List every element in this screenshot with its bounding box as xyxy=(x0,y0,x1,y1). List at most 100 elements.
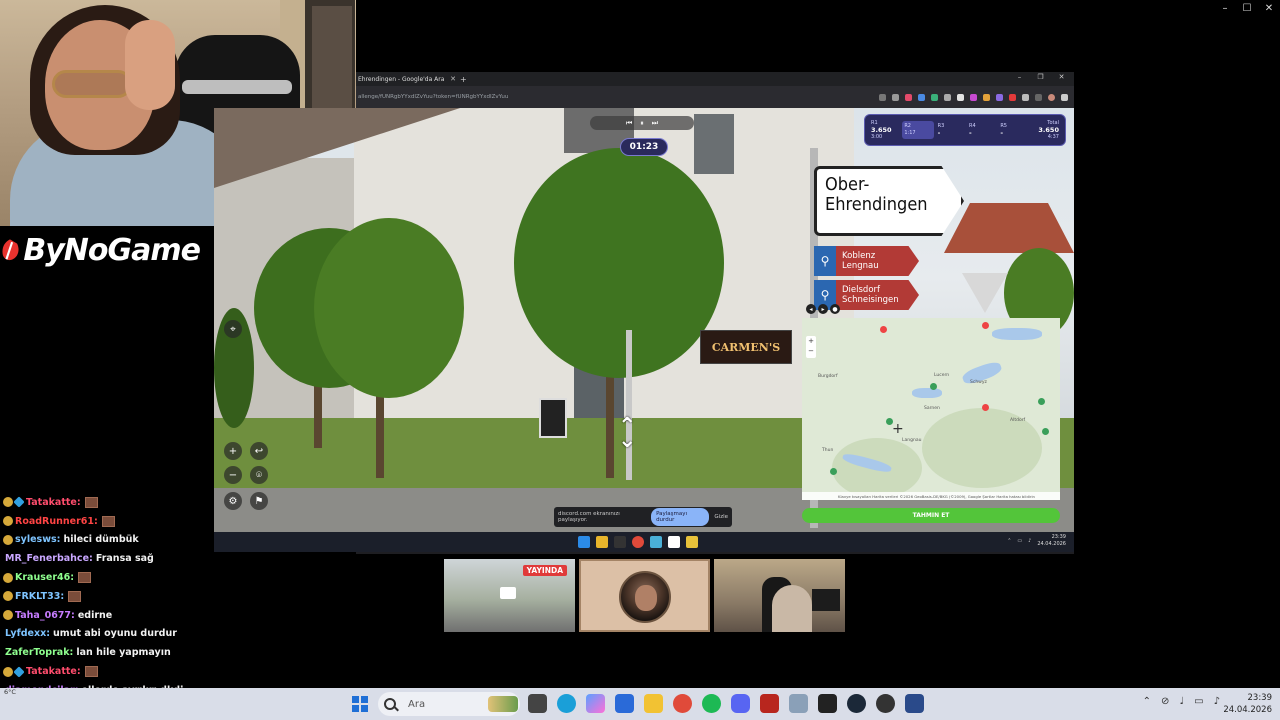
extension-icon[interactable] xyxy=(918,93,925,101)
street-view[interactable]: CARMEN'S Ober- Ehrendingen ⚲ Koblenz Leng… xyxy=(214,108,1074,532)
next-track-icon[interactable]: ⏭ xyxy=(652,119,658,128)
extension-icon[interactable] xyxy=(944,93,951,101)
obs-icon[interactable] xyxy=(876,694,895,713)
guess-map[interactable]: ◂ ▸ ● + − Lucern Schwyz Langnau Burgdorf… xyxy=(802,304,1060,500)
network-icon[interactable]: ▭ xyxy=(1194,696,1203,707)
tray-chevron-icon[interactable]: ⌃ xyxy=(1143,696,1151,707)
settings-gear-icon[interactable]: ⚙ xyxy=(224,492,242,510)
minimize-button[interactable]: – xyxy=(1214,0,1236,16)
file-explorer-icon[interactable] xyxy=(644,694,663,713)
volume-icon[interactable]: ♪ xyxy=(1028,538,1031,544)
windows-start-icon[interactable] xyxy=(352,696,368,712)
browser-close-button[interactable]: ✕ xyxy=(1051,73,1072,81)
map-lake xyxy=(992,328,1042,340)
map-zoom-in[interactable]: + xyxy=(808,336,814,346)
stop-sharing-button[interactable]: Paylaşmayı durdur xyxy=(651,508,710,526)
task-view-icon[interactable] xyxy=(528,694,547,713)
map-grow-icon[interactable]: ▸ xyxy=(818,304,828,314)
return-to-start-icon[interactable]: ⌾ xyxy=(250,466,268,484)
participant-tile-avatar[interactable] xyxy=(579,559,710,632)
map-canvas[interactable]: + − Lucern Schwyz Langnau Burgdorf Sarnen… xyxy=(802,318,1060,500)
network-icon[interactable]: ▭ xyxy=(1017,538,1022,544)
chat-username[interactable]: ZaferToprak xyxy=(5,647,70,658)
puzzle-icon[interactable] xyxy=(1022,93,1029,101)
prev-track-icon[interactable]: ⏮ xyxy=(626,119,632,128)
extension-icon[interactable] xyxy=(905,93,912,101)
round-time: 3:00 xyxy=(871,133,883,140)
chat-username[interactable]: Tatakatte xyxy=(26,666,77,677)
close-button[interactable]: ✕ xyxy=(1258,0,1280,16)
shared-taskbar-clock[interactable]: 23:39 24.04.2026 xyxy=(1037,534,1066,548)
chrome-icon[interactable] xyxy=(632,536,644,548)
cast-icon[interactable] xyxy=(879,93,886,101)
extension-icon[interactable] xyxy=(983,93,990,101)
task-view-icon[interactable] xyxy=(614,536,626,548)
logo-text: ByNoGame xyxy=(23,232,201,268)
notifications-off-icon[interactable]: ⊘ xyxy=(1161,696,1169,707)
location-pin-icon[interactable]: ⌖ xyxy=(224,320,242,338)
zoom-out-button[interactable]: − xyxy=(224,466,242,484)
address-bar[interactable]: allenge/fUNRgbYYxdIZvYuu?token=fUNRgbYYx… xyxy=(356,86,1074,108)
pause-icon[interactable]: ⏸ xyxy=(640,119,644,128)
taskbar-search[interactable]: Ara xyxy=(378,692,520,716)
bookmark-star-icon[interactable] xyxy=(892,93,899,101)
chat-username[interactable]: FRKLT33 xyxy=(15,591,60,602)
app-icon[interactable] xyxy=(760,694,779,713)
chat-username[interactable]: sylesws xyxy=(15,534,57,545)
map-lake xyxy=(912,388,942,398)
chat-username[interactable]: Krauser46 xyxy=(15,572,70,583)
steam-icon[interactable] xyxy=(847,694,866,713)
app-icon[interactable] xyxy=(650,536,662,548)
tray-chevron-icon[interactable]: ⌃ xyxy=(1007,538,1011,544)
guess-button[interactable]: TAHMIN ET xyxy=(802,508,1060,523)
extension-icon[interactable] xyxy=(970,93,977,101)
tab-close-icon[interactable]: ✕ xyxy=(448,75,458,83)
map-pin-icon[interactable]: ● xyxy=(830,304,840,314)
flag-icon[interactable]: ⚑ xyxy=(250,492,268,510)
spotify-icon[interactable] xyxy=(702,694,721,713)
copilot-icon[interactable] xyxy=(586,694,605,713)
browser-restore-button[interactable]: ❐ xyxy=(1030,73,1051,81)
extension-icon[interactable] xyxy=(931,93,938,101)
extension-icon[interactable] xyxy=(996,93,1003,101)
sidebar-icon[interactable] xyxy=(1035,93,1042,101)
maximize-button[interactable]: ☐ xyxy=(1236,0,1258,16)
notepad-icon[interactable] xyxy=(668,536,680,548)
volume-icon[interactable]: ♪ xyxy=(1214,696,1220,707)
epic-games-icon[interactable] xyxy=(818,694,837,713)
file-explorer-icon[interactable] xyxy=(596,536,608,548)
hide-share-bar-button[interactable]: Gizle xyxy=(714,514,728,520)
menu-icon[interactable] xyxy=(1061,93,1068,101)
chat-username[interactable]: Lyfdexx xyxy=(5,628,46,639)
windows-start-icon[interactable] xyxy=(578,536,590,548)
discord-icon[interactable] xyxy=(731,694,750,713)
chat-username[interactable]: MR_Fenerbahce xyxy=(5,553,89,564)
url-text[interactable]: allenge/fUNRgbYYxdIZvYuu?token=fUNRgbYYx… xyxy=(358,94,879,100)
map-shrink-icon[interactable]: ◂ xyxy=(806,304,816,314)
chat-username[interactable]: Taha_0677 xyxy=(15,610,71,621)
participant-tile-stream[interactable]: YAYINDA xyxy=(444,559,575,632)
zoom-in-button[interactable]: + xyxy=(224,442,242,460)
extension-icon[interactable] xyxy=(1009,93,1016,101)
app-icon[interactable] xyxy=(789,694,808,713)
microphone-icon[interactable]: ♩ xyxy=(1179,696,1184,707)
chrome-icon[interactable] xyxy=(673,694,692,713)
chat-username[interactable]: RoadRunner61 xyxy=(15,516,94,527)
chat-username[interactable]: Tatakatte xyxy=(26,497,77,508)
map-zoom-control[interactable]: + − xyxy=(806,336,816,358)
participant-tile-camera[interactable] xyxy=(714,559,845,632)
app-icon[interactable] xyxy=(905,694,924,713)
weather-widget[interactable]: 6°C xyxy=(4,688,16,696)
map-zoom-out[interactable]: − xyxy=(808,346,814,356)
windows-taskbar: 6°C Ara ⌃ ⊘ ♩ ▭ ♪ 23:39 24.04.2026 xyxy=(0,688,1280,720)
tab-title[interactable]: Ehrendingen - Google'da Ara xyxy=(358,76,448,83)
extension-icon[interactable] xyxy=(957,93,964,101)
app-icon[interactable] xyxy=(686,536,698,548)
browser-minimize-button[interactable]: – xyxy=(1009,73,1030,81)
profile-avatar-icon[interactable] xyxy=(1048,93,1055,101)
store-icon[interactable] xyxy=(615,694,634,713)
edge-icon[interactable] xyxy=(557,694,576,713)
new-tab-button[interactable]: + xyxy=(460,75,467,84)
undo-icon[interactable]: ↩ xyxy=(250,442,268,460)
taskbar-clock[interactable]: 23:39 24.04.2026 xyxy=(1223,692,1272,716)
